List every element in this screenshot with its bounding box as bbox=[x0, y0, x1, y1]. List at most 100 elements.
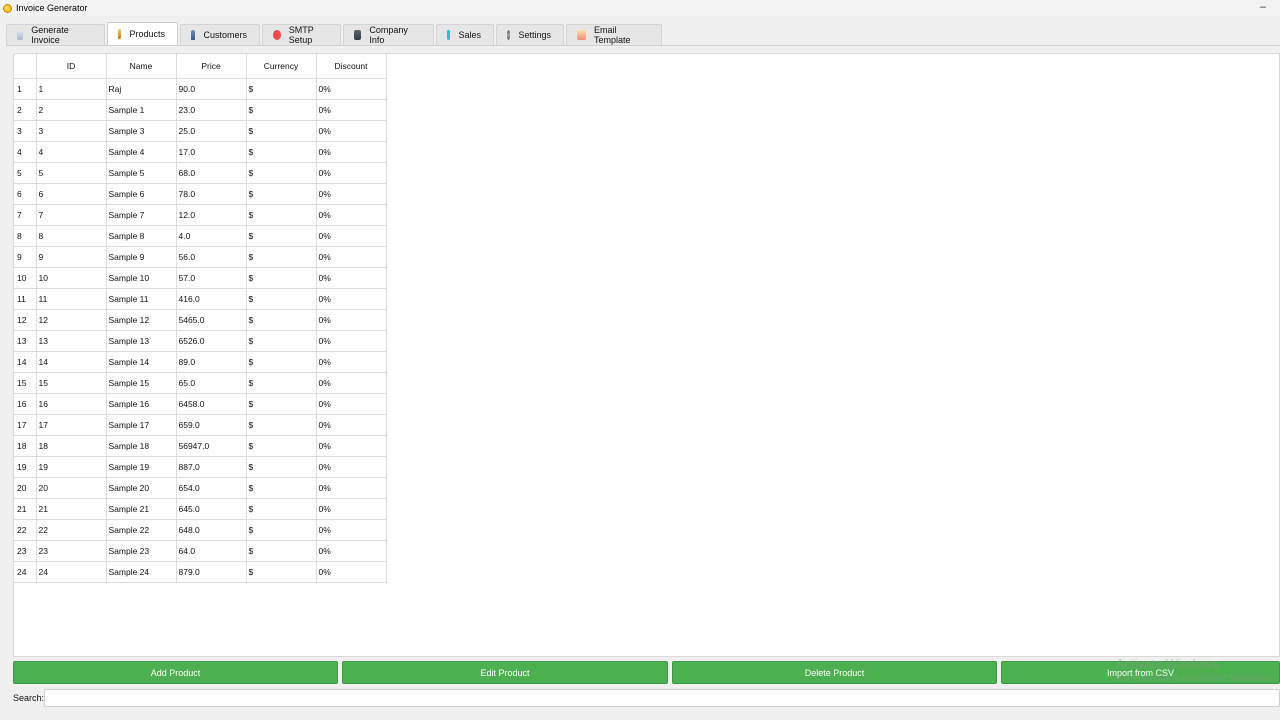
cell-currency[interactable]: $ bbox=[246, 225, 317, 247]
cell-discount[interactable]: 0% bbox=[316, 456, 387, 478]
tab-smtp-setup[interactable]: SMTP Setup bbox=[262, 24, 341, 45]
table-row[interactable]: 23 23 Sample 23 64.0 $0% bbox=[14, 540, 387, 562]
cell-price[interactable]: 416.0 bbox=[176, 288, 247, 310]
row-number[interactable]: 8 bbox=[14, 225, 37, 247]
cell-id[interactable]: 7 bbox=[36, 204, 107, 226]
cell-id[interactable]: 20 bbox=[36, 477, 107, 499]
cell-currency[interactable]: $ bbox=[246, 309, 317, 331]
cell-id[interactable]: 16 bbox=[36, 393, 107, 415]
row-number[interactable]: 2 bbox=[14, 99, 37, 121]
cell-discount[interactable]: 0% bbox=[316, 498, 387, 520]
cell-currency[interactable]: $ bbox=[246, 456, 317, 478]
cell-discount[interactable]: 0% bbox=[316, 78, 387, 100]
cell-price[interactable]: 659.0 bbox=[176, 414, 247, 436]
cell-discount[interactable]: 0% bbox=[316, 183, 387, 205]
cell-currency[interactable]: $ bbox=[246, 372, 317, 394]
cell-currency[interactable]: $ bbox=[246, 393, 317, 415]
cell-name[interactable]: Sample 13 bbox=[106, 330, 177, 352]
cell-name[interactable]: Raj bbox=[106, 78, 177, 100]
cell-price[interactable]: 5465.0 bbox=[176, 309, 247, 331]
cell-name[interactable]: Sample 15 bbox=[106, 372, 177, 394]
cell-currency[interactable]: $ bbox=[246, 246, 317, 268]
table-row[interactable]: 9 9 Sample 9 56.0 $0% bbox=[14, 246, 387, 268]
cell-price[interactable]: 4.0 bbox=[176, 225, 247, 247]
table-row[interactable]: 11 11 Sample 11 416.0 $0% bbox=[14, 288, 387, 310]
row-number[interactable]: 20 bbox=[14, 477, 37, 499]
column-header-currency[interactable]: Currency bbox=[246, 54, 317, 79]
table-row[interactable]: 7 7 Sample 7 12.0 $0% bbox=[14, 204, 387, 226]
cell-id[interactable]: 11 bbox=[36, 288, 107, 310]
cell-name[interactable]: Sample 8 bbox=[106, 225, 177, 247]
cell-name[interactable]: Sample 1 bbox=[106, 99, 177, 121]
cell-id[interactable]: 5 bbox=[36, 162, 107, 184]
cell-id[interactable]: 15 bbox=[36, 372, 107, 394]
table-row[interactable]: 15 15 Sample 15 65.0 $0% bbox=[14, 372, 387, 394]
row-number[interactable]: 24 bbox=[14, 561, 37, 583]
cell-name[interactable]: Sample 3 bbox=[106, 120, 177, 142]
tab-products[interactable]: Products bbox=[107, 22, 178, 45]
cell-discount[interactable]: 0% bbox=[316, 225, 387, 247]
cell-id[interactable]: 17 bbox=[36, 414, 107, 436]
table-row[interactable]: 20 20 Sample 20 654.0 $0% bbox=[14, 477, 387, 499]
cell-name[interactable]: Sample 10 bbox=[106, 267, 177, 289]
cell-price[interactable]: 68.0 bbox=[176, 162, 247, 184]
column-header-id[interactable]: ID bbox=[36, 54, 107, 79]
row-number[interactable]: 3 bbox=[14, 120, 37, 142]
cell-price[interactable]: 65.0 bbox=[176, 372, 247, 394]
table-row[interactable]: 2 2 Sample 1 23.0 $0% bbox=[14, 99, 387, 121]
cell-currency[interactable]: $ bbox=[246, 351, 317, 373]
cell-name[interactable]: Sample 20 bbox=[106, 477, 177, 499]
cell-discount[interactable]: 0% bbox=[316, 435, 387, 457]
cell-id[interactable]: 1 bbox=[36, 78, 107, 100]
cell-discount[interactable]: 0% bbox=[316, 393, 387, 415]
table-row[interactable]: 5 5 Sample 5 68.0 $0% bbox=[14, 162, 387, 184]
cell-id[interactable]: 8 bbox=[36, 225, 107, 247]
row-number[interactable]: 22 bbox=[14, 519, 37, 541]
cell-discount[interactable]: 0% bbox=[316, 267, 387, 289]
cell-name[interactable]: Sample 6 bbox=[106, 183, 177, 205]
cell-price[interactable]: 89.0 bbox=[176, 351, 247, 373]
cell-discount[interactable]: 0% bbox=[316, 477, 387, 499]
cell-currency[interactable]: $ bbox=[246, 414, 317, 436]
cell-currency[interactable]: $ bbox=[246, 540, 317, 562]
search-input[interactable] bbox=[44, 689, 1280, 707]
cell-price[interactable]: 57.0 bbox=[176, 267, 247, 289]
cell-price[interactable]: 56947.0 bbox=[176, 435, 247, 457]
tab-customers[interactable]: Customers bbox=[180, 24, 260, 45]
cell-currency[interactable]: $ bbox=[246, 78, 317, 100]
table-row[interactable]: 18 18 Sample 18 56947.0 $0% bbox=[14, 435, 387, 457]
row-number[interactable]: 17 bbox=[14, 414, 37, 436]
cell-id[interactable]: 13 bbox=[36, 330, 107, 352]
row-number[interactable]: 4 bbox=[14, 141, 37, 163]
add-product-button[interactable]: Add Product bbox=[13, 661, 338, 684]
cell-discount[interactable]: 0% bbox=[316, 288, 387, 310]
cell-currency[interactable]: $ bbox=[246, 183, 317, 205]
cell-discount[interactable]: 0% bbox=[316, 540, 387, 562]
table-row[interactable]: 19 19 Sample 19 887.0 $0% bbox=[14, 456, 387, 478]
cell-currency[interactable]: $ bbox=[246, 519, 317, 541]
cell-id[interactable]: 23 bbox=[36, 540, 107, 562]
tab-generate-invoice[interactable]: Generate Invoice bbox=[6, 24, 105, 45]
minimize-button[interactable]: – bbox=[1260, 1, 1266, 13]
row-number[interactable]: 11 bbox=[14, 288, 37, 310]
cell-currency[interactable]: $ bbox=[246, 561, 317, 583]
cell-currency[interactable]: $ bbox=[246, 99, 317, 121]
delete-product-button[interactable]: Delete Product bbox=[672, 661, 997, 684]
cell-name[interactable]: Sample 24 bbox=[106, 561, 177, 583]
row-number[interactable]: 12 bbox=[14, 309, 37, 331]
column-header-name[interactable]: Name bbox=[106, 54, 177, 79]
cell-id[interactable]: 24 bbox=[36, 561, 107, 583]
edit-product-button[interactable]: Edit Product bbox=[342, 661, 668, 684]
row-number[interactable]: 15 bbox=[14, 372, 37, 394]
cell-discount[interactable]: 0% bbox=[316, 519, 387, 541]
tab-email-template[interactable]: Email Template bbox=[566, 24, 662, 45]
table-row[interactable]: 10 10 Sample 10 57.0 $0% bbox=[14, 267, 387, 289]
table-row[interactable]: 17 17 Sample 17 659.0 $0% bbox=[14, 414, 387, 436]
cell-name[interactable]: Sample 11 bbox=[106, 288, 177, 310]
row-number[interactable]: 21 bbox=[14, 498, 37, 520]
cell-price[interactable]: 648.0 bbox=[176, 519, 247, 541]
table-row[interactable]: 1 1 Raj 90.0 $0% bbox=[14, 78, 387, 100]
cell-currency[interactable]: $ bbox=[246, 498, 317, 520]
table-row[interactable]: 21 21 Sample 21 645.0 $0% bbox=[14, 498, 387, 520]
cell-discount[interactable]: 0% bbox=[316, 162, 387, 184]
